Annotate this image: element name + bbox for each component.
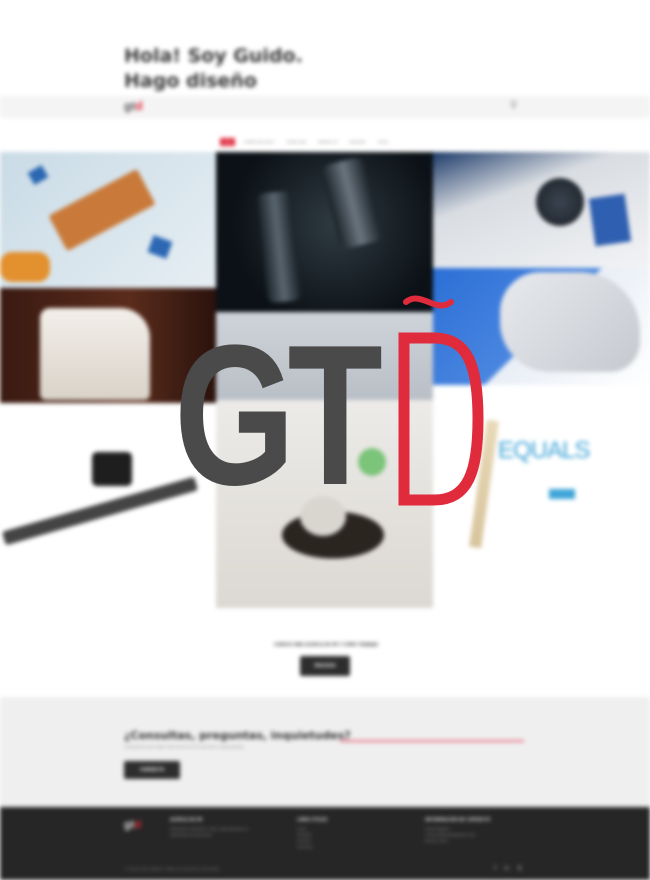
filter-all[interactable]: TODO (220, 138, 235, 146)
facebook-icon[interactable]: f (494, 865, 496, 872)
footer-about-title: ACERCA DE MÍ (170, 817, 203, 822)
contact-divider (340, 740, 524, 742)
search-icon[interactable]: ⚲ (510, 100, 517, 111)
equals-wordmark: EQUALS (498, 437, 590, 464)
filter-web-design[interactable]: DISEÑO WEB (284, 138, 309, 146)
contact-section: ¿Consultas, preguntas, inquietudes? Cont… (0, 697, 650, 807)
hero-line-2: Hago diseño (124, 70, 257, 92)
logo-d-tilde-letter (398, 295, 484, 506)
contact-subtitle: Contactame para saber más acerca de mis … (124, 745, 245, 749)
footer-social: f in B (494, 865, 522, 872)
footer-links: LINKS ÚTILES Inicio Portfolio Proceso Co… (297, 817, 407, 850)
footer-contact-line: Buenos Aires (425, 839, 448, 843)
linkedin-icon[interactable]: in (504, 865, 509, 872)
filter-3d-renders[interactable]: RENDERS 3D (315, 138, 341, 146)
pillow-shape (0, 252, 50, 282)
contact-title: ¿Consultas, preguntas, inquietudes? (124, 729, 351, 742)
cta-text: CONOCE MÁS ACERCA DE MÍ Y CÓMO TRABAJO (273, 642, 379, 647)
vase-shape (40, 308, 150, 400)
footer-link[interactable]: Contacto (297, 844, 407, 850)
contact-button[interactable]: CONTACTO (124, 761, 180, 779)
camera-shape (92, 452, 132, 486)
filter-branding[interactable]: BRANDING (347, 138, 369, 146)
filter-industrial-design[interactable]: DISEÑO INDUSTRIAL (241, 138, 278, 146)
hand-shape (500, 272, 640, 372)
hero-heading: Hola! Soy Guido. Hago diseño (124, 44, 303, 94)
footer-links-title: LINKS ÚTILES (297, 817, 328, 822)
equals-button (549, 489, 575, 499)
footer-about: ACERCA DE MÍ Diseñador industrial y web,… (170, 817, 280, 838)
footer-copyright: © 2018 Guido Tagliani. Todos los derecho… (124, 867, 221, 871)
logo-gt-letters: GT (174, 304, 383, 527)
footer-about-line: desarrollo de productos. (170, 833, 213, 837)
screen-shape (588, 193, 632, 247)
process-button[interactable]: PROCESO (300, 656, 350, 676)
navbar-logo[interactable]: gtd (124, 99, 143, 113)
gtd-logo-overlay: GT (174, 292, 484, 527)
hero-line-1: Hola! Soy Guido. (124, 45, 303, 67)
filter-other[interactable]: OTROS (375, 138, 392, 146)
footer-contact-title: INFORMACIÓN DE CONTACTO (425, 817, 491, 822)
navbar: gtd ⚲ (0, 96, 650, 118)
portfolio-filter-bar: TODO DISEÑO INDUSTRIAL DISEÑO WEB RENDER… (220, 138, 391, 146)
footer-logo[interactable]: gtd (124, 819, 141, 831)
behance-icon[interactable]: B (518, 865, 522, 872)
footer: gtd ACERCA DE MÍ Diseñador industrial y … (0, 807, 650, 880)
knob-shape (536, 178, 584, 226)
footer-contact-info: INFORMACIÓN DE CONTACTO Guido Tagliani c… (425, 817, 535, 844)
